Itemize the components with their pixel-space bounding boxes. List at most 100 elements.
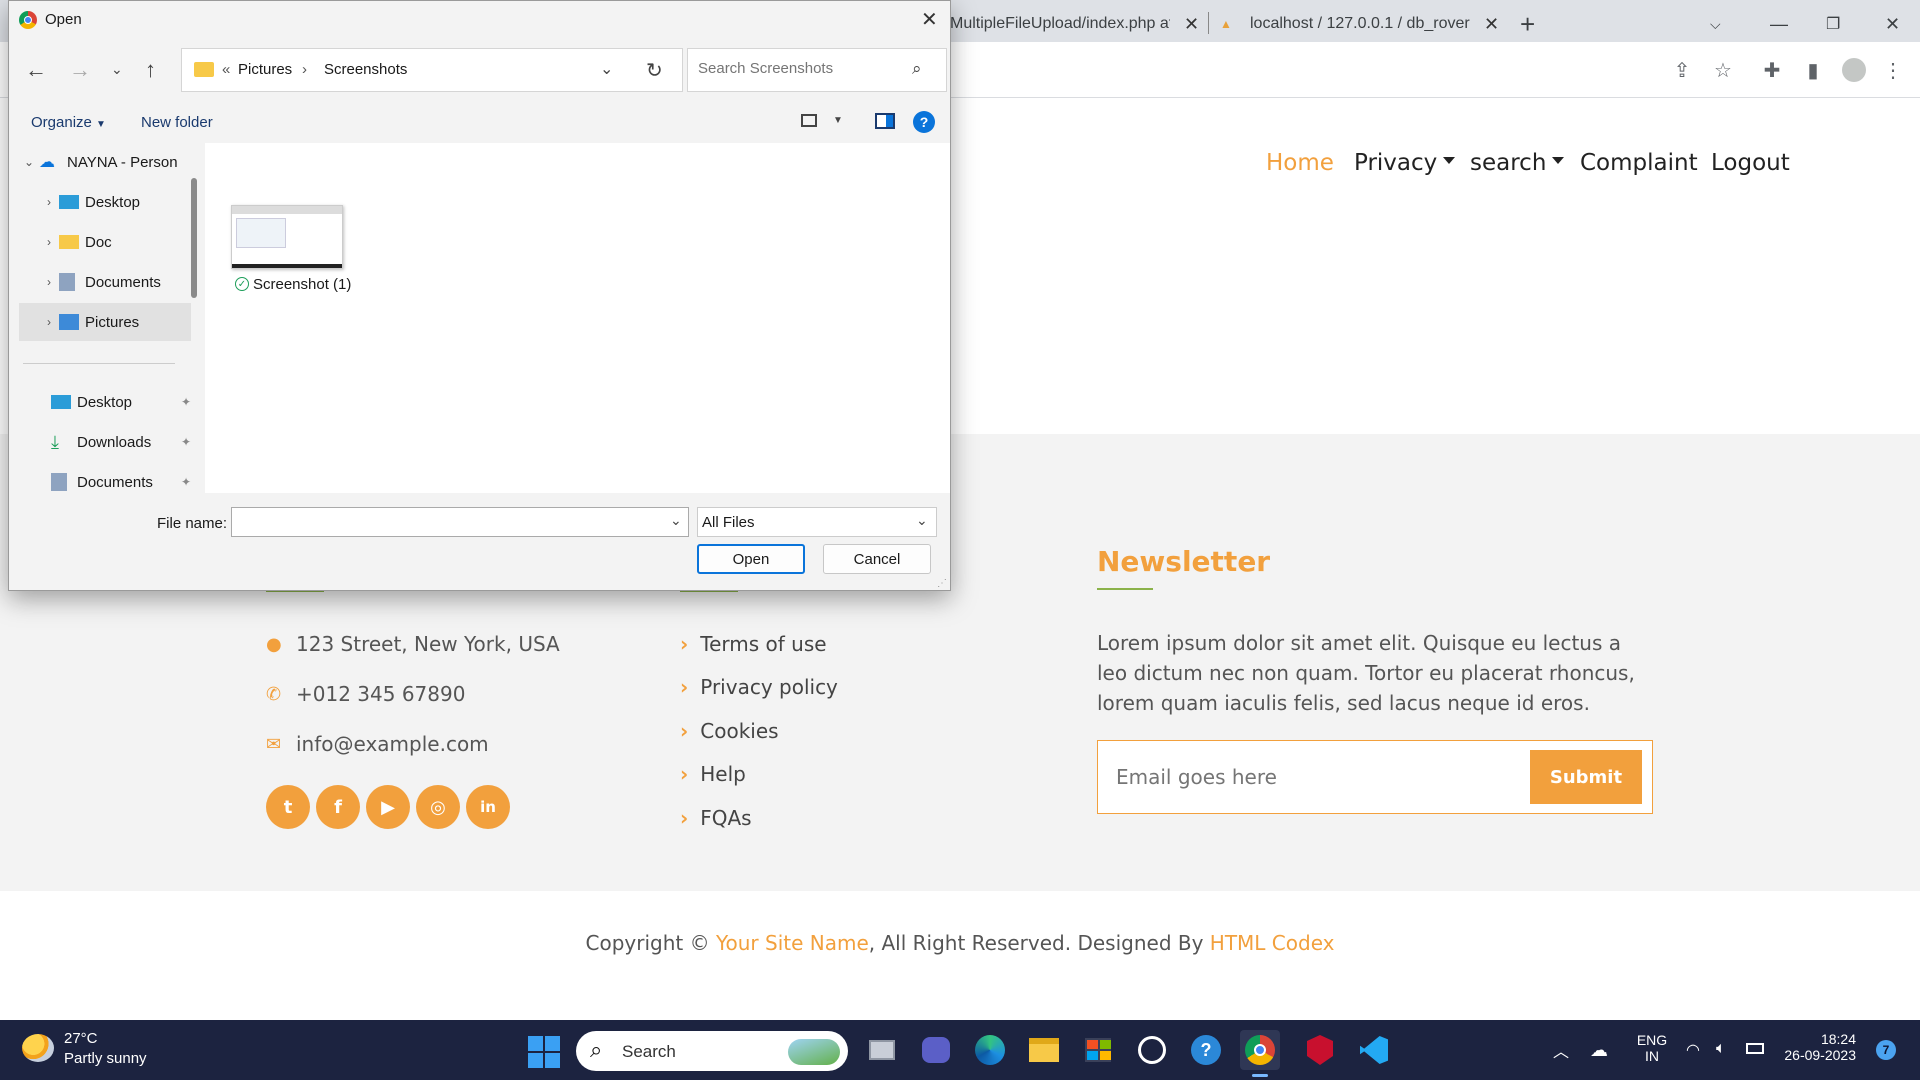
submit-button[interactable]: Submit	[1530, 750, 1642, 804]
extensions-icon[interactable]: ✚	[1756, 54, 1788, 86]
nav-complaint[interactable]: Complaint	[1580, 150, 1698, 176]
new-folder-button[interactable]: New folder	[141, 114, 213, 131]
browser-tab[interactable]: MultipleFileUpload/index.php at ✕	[950, 6, 1200, 42]
tree-item-documents[interactable]: › Documents	[39, 263, 214, 301]
preview-pane-icon[interactable]	[875, 113, 895, 129]
quick-access-documents[interactable]: Documents ✦	[51, 463, 191, 501]
taskbar-search[interactable]: ⌕ Search	[576, 1031, 848, 1071]
youtube-icon[interactable]: ▶	[366, 785, 410, 829]
close-tab-icon[interactable]: ✕	[1484, 14, 1499, 35]
pin-icon[interactable]: ✦	[181, 435, 191, 449]
quick-access-downloads[interactable]: ⤓ Downloads ✦	[51, 423, 191, 461]
pin-icon[interactable]: ✦	[181, 475, 191, 489]
refresh-icon[interactable]: ↻	[646, 58, 663, 83]
instagram-icon[interactable]: ◎	[416, 785, 460, 829]
file-thumbnail[interactable]	[231, 205, 343, 269]
file-name-dropdown-icon[interactable]: ⌄	[670, 512, 682, 529]
app-icon[interactable]	[1132, 1030, 1172, 1070]
linkedin-icon[interactable]: in	[466, 785, 510, 829]
wifi-icon[interactable]: ◠	[1686, 1040, 1700, 1060]
nav-home[interactable]: Home	[1266, 150, 1334, 176]
tree-item-pictures[interactable]: › Pictures	[19, 303, 191, 341]
facebook-icon[interactable]: f	[316, 785, 360, 829]
designer-link[interactable]: HTML Codex	[1210, 931, 1335, 955]
help-icon[interactable]: ?	[913, 111, 935, 133]
quick-access-desktop[interactable]: Desktop ✦	[51, 383, 191, 421]
tree-item-doc[interactable]: › Doc	[39, 223, 214, 261]
open-button[interactable]: Open	[697, 544, 805, 574]
footer-link-privacy[interactable]: › Privacy policy	[680, 675, 838, 699]
cancel-button[interactable]: Cancel	[823, 544, 931, 574]
tab-search-icon[interactable]: ⌵	[1710, 6, 1721, 42]
edge-icon[interactable]	[970, 1030, 1010, 1070]
bookmark-star-icon[interactable]: ☆	[1707, 54, 1739, 86]
resize-grip-icon[interactable]: ⋰	[937, 578, 947, 589]
footer-link-terms[interactable]: › Terms of use	[680, 632, 827, 656]
onedrive-status-icon[interactable]: ☁	[1590, 1040, 1608, 1061]
vscode-icon[interactable]	[1354, 1030, 1394, 1070]
minimize-icon[interactable]: —	[1770, 6, 1788, 42]
close-tab-icon[interactable]: ✕	[1184, 14, 1199, 35]
search-input[interactable]	[696, 59, 896, 78]
view-icon[interactable]	[801, 114, 817, 127]
file-explorer-icon[interactable]	[1024, 1030, 1064, 1070]
weather-icon[interactable]	[22, 1034, 54, 1062]
recent-locations-icon[interactable]: ⌄	[111, 61, 123, 78]
address-bar[interactable]: « Pictures › Screenshots ⌄ ↻	[181, 48, 683, 92]
breadcrumb-overflow[interactable]: «	[222, 61, 230, 78]
weather-desc[interactable]: Partly sunny	[64, 1050, 147, 1067]
help-app-icon[interactable]: ?	[1186, 1030, 1226, 1070]
restore-icon[interactable]: ❐	[1826, 6, 1840, 42]
lang-line1: ENG	[1636, 1032, 1668, 1048]
tree-item-desktop[interactable]: › Desktop	[39, 183, 214, 221]
file-name-field[interactable]: ⌄	[231, 507, 689, 537]
nav-privacy[interactable]: Privacy	[1354, 150, 1456, 176]
nav-logout[interactable]: Logout	[1711, 150, 1790, 176]
search-box[interactable]: ⌕	[687, 48, 947, 92]
organize-button[interactable]: Organize ▼	[31, 114, 106, 131]
share-icon[interactable]: ⇪	[1666, 54, 1698, 86]
close-dialog-icon[interactable]: ✕	[921, 7, 938, 32]
footer-link-cookies[interactable]: › Cookies	[680, 719, 779, 743]
breadcrumb-screenshots[interactable]: Screenshots	[324, 61, 407, 78]
mcafee-icon[interactable]	[1300, 1030, 1340, 1070]
up-arrow-icon[interactable]: ↑	[145, 57, 156, 83]
footer-link-faqs[interactable]: › FQAs	[680, 806, 752, 830]
volume-icon[interactable]: 🔈︎	[1716, 1040, 1726, 1058]
close-window-icon[interactable]: ✕	[1885, 6, 1900, 42]
file-name-input[interactable]	[236, 512, 636, 531]
nav-scrollbar[interactable]	[191, 178, 197, 298]
view-dropdown-icon[interactable]: ▼	[833, 115, 843, 126]
new-tab-button[interactable]: +	[1520, 6, 1550, 42]
caret-down-icon: ▼	[96, 119, 106, 130]
pin-icon[interactable]: ✦	[181, 395, 191, 409]
windows-start-icon[interactable]	[528, 1036, 560, 1068]
weather-temp[interactable]: 27°C	[64, 1030, 98, 1047]
nav-search[interactable]: search	[1470, 150, 1565, 176]
file-name-label[interactable]: Screenshot (1)	[253, 276, 351, 293]
browser-tab[interactable]: ▲ localhost / 127.0.0.1 / db_roverhi ✕	[1220, 6, 1510, 42]
side-panel-icon[interactable]: ▮	[1797, 54, 1829, 86]
task-view-icon[interactable]	[862, 1030, 902, 1070]
forward-arrow-icon[interactable]: →	[69, 57, 91, 83]
footer-link-help[interactable]: › Help	[680, 762, 746, 786]
newsletter-email-input[interactable]	[1114, 759, 1494, 795]
battery-icon[interactable]	[1746, 1043, 1764, 1054]
teams-chat-icon[interactable]	[916, 1030, 956, 1070]
microsoft-store-icon[interactable]	[1078, 1030, 1118, 1070]
breadcrumb-pictures[interactable]: Pictures	[238, 61, 292, 78]
language-indicator[interactable]: ENG IN	[1634, 1032, 1670, 1064]
clock[interactable]: 18:24 26-09-2023	[1780, 1031, 1856, 1063]
site-name-link[interactable]: Your Site Name	[716, 931, 869, 955]
chrome-taskbar-icon[interactable]	[1240, 1030, 1280, 1070]
browser-menu-icon[interactable]: ⋮	[1877, 54, 1909, 86]
profile-avatar[interactable]	[1838, 54, 1870, 86]
twitter-icon[interactable]: t	[266, 785, 310, 829]
address-dropdown-icon[interactable]: ⌄	[600, 59, 613, 79]
show-hidden-icons[interactable]: ︿	[1553, 1038, 1569, 1062]
tree-item-onedrive[interactable]: ⌄ ☁ NAYNA - Person	[19, 143, 194, 181]
search-icon[interactable]: ⌕	[912, 59, 922, 79]
back-arrow-icon[interactable]: ←	[25, 57, 47, 83]
notification-badge[interactable]: 7	[1876, 1040, 1896, 1060]
file-type-select[interactable]: All Files ⌄	[697, 507, 937, 537]
